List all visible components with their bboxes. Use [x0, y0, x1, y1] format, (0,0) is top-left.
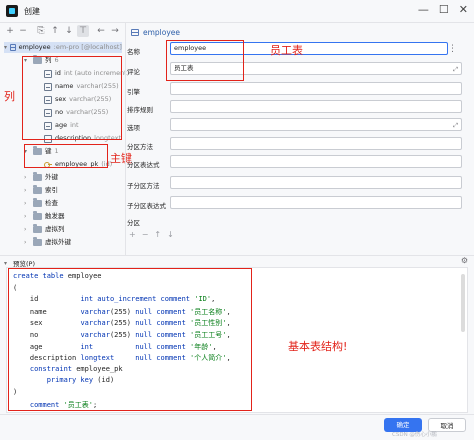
app-icon [6, 5, 18, 17]
maximize-button[interactable]: ☐ [439, 3, 449, 16]
copy-icon[interactable]: ⎘ [35, 25, 47, 37]
field-label: 分区方法 [127, 143, 153, 151]
tree-node-folder[interactable]: › 触发器 [24, 211, 65, 222]
forward-icon[interactable]: → [109, 25, 121, 37]
chevron-right-icon[interactable]: › [24, 237, 30, 248]
add-icon[interactable]: + [4, 25, 16, 37]
table-icon [10, 44, 16, 51]
folder-icon [33, 172, 42, 181]
annotation-structure-label: 基本表结构! [288, 340, 348, 353]
field-label: 分区表达式 [127, 161, 160, 169]
move-down-icon[interactable]: ↓ [63, 25, 75, 37]
field-label: 选项 [127, 124, 140, 132]
pane-divider[interactable] [125, 23, 126, 255]
table-meta: :em-pro [@localhost] [53, 43, 122, 51]
chevron-down-icon[interactable]: ▾ [4, 260, 10, 267]
table-name: employee [18, 43, 51, 51]
folder-icon [33, 211, 42, 220]
folder-label: 检查 [45, 199, 58, 207]
gear-icon[interactable]: ⚙ [461, 256, 468, 265]
filter-icon[interactable]: ⊤ [77, 25, 89, 37]
annotation-name-box [166, 40, 244, 81]
chevron-right-icon[interactable]: › [24, 211, 30, 222]
preview-divider [0, 255, 474, 256]
annotation-columns-box [22, 56, 122, 140]
field-label: 子分区表达式 [127, 202, 166, 210]
subpartition-expression-input[interactable] [170, 196, 462, 209]
field-label: 排序规则 [127, 106, 153, 114]
annotation-name-label: 员工表 [270, 44, 303, 57]
form-header-title: employee [143, 27, 181, 37]
more-options-icon[interactable]: ⋮ [448, 44, 457, 54]
folder-label: 索引 [45, 186, 58, 194]
close-button[interactable]: ✕ [459, 3, 468, 16]
folder-icon [33, 185, 42, 194]
engine-input[interactable] [170, 82, 462, 95]
title-bar: 创建 — ☐ ✕ [0, 0, 474, 23]
tree-node-folder[interactable]: › 虚拟外键 [24, 237, 71, 248]
partition-method-input[interactable] [170, 137, 462, 150]
annotation-columns-label: 列 [4, 90, 15, 103]
footer-divider [0, 414, 474, 415]
tree-node-folder[interactable]: › 索引 [24, 185, 58, 196]
chevron-right-icon[interactable]: › [24, 224, 30, 235]
folder-icon [33, 224, 42, 233]
partitions-label: 分区 [127, 219, 140, 227]
chevron-right-icon[interactable]: › [24, 185, 30, 196]
subpartition-method-input[interactable] [170, 176, 462, 189]
annotation-key-box [24, 144, 108, 168]
folder-label: 虚拟外键 [45, 238, 71, 246]
table-icon [131, 28, 139, 36]
field-label: 名称 [127, 48, 140, 56]
annotation-structure-box [8, 268, 252, 411]
tree-node-folder[interactable]: › 检查 [24, 198, 58, 209]
watermark: CSDN @伤心小鹏 [392, 432, 437, 438]
partition-toolbar: + − ↑ ↓ [129, 230, 174, 239]
expand-icon[interactable]: ⤢ [453, 64, 458, 75]
collation-input[interactable] [170, 100, 462, 113]
window-title: 创建 [24, 7, 40, 16]
add-partition-icon[interactable]: + [129, 230, 136, 239]
move-up-icon[interactable]: ↑ [49, 25, 61, 37]
folder-label: 触发器 [45, 212, 65, 220]
window-controls: — ☐ ✕ [418, 3, 468, 16]
chevron-right-icon[interactable]: › [24, 172, 30, 183]
chevron-down-icon[interactable]: ▾ [4, 42, 7, 53]
folder-icon [33, 198, 42, 207]
form-header: employee [131, 26, 180, 38]
expand-icon[interactable]: ⤢ [453, 120, 458, 131]
minimize-button[interactable]: — [418, 3, 429, 16]
partition-expression-input[interactable] [170, 155, 462, 168]
folder-label: 外键 [45, 173, 58, 181]
tree-node-folder[interactable]: › 外键 [24, 172, 58, 183]
options-input[interactable]: ⤢ [170, 118, 462, 131]
back-icon[interactable]: ← [95, 25, 107, 37]
chevron-right-icon[interactable]: › [24, 198, 30, 209]
remove-partition-icon[interactable]: − [142, 230, 149, 239]
tree-node-folder[interactable]: › 虚拟列 [24, 224, 65, 235]
tree-node-table[interactable]: ▾ employee :em-pro [@localhost] [4, 42, 122, 53]
tree-toolbar: + − ⎘ ↑ ↓ ⊤ ← → [0, 23, 124, 39]
field-label: 子分区方法 [127, 182, 160, 190]
preview-scrollbar[interactable] [461, 274, 465, 332]
field-label: 引擎 [127, 88, 140, 96]
folder-icon [33, 237, 42, 246]
move-up-partition-icon[interactable]: ↑ [154, 230, 161, 239]
move-down-partition-icon[interactable]: ↓ [167, 230, 174, 239]
remove-icon[interactable]: − [17, 25, 29, 37]
field-label: 评论 [127, 68, 140, 76]
folder-label: 虚拟列 [45, 225, 65, 233]
